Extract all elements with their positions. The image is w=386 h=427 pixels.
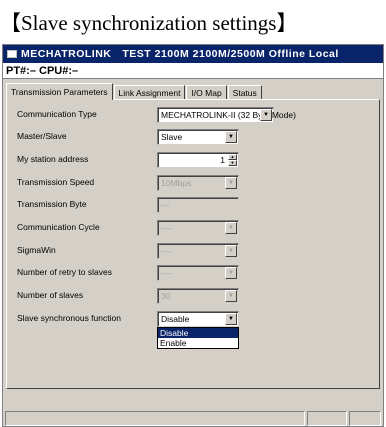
retry-select: ---- ▼	[157, 265, 239, 281]
spinner-buttons: ▲ ▼	[228, 154, 237, 166]
transmission-byte-label: Transmission Byte	[17, 199, 87, 209]
communication-type-select[interactable]: MECHATROLINK-II (32 Byte Mode) ▼	[157, 107, 296, 123]
option-enable[interactable]: Enable	[158, 338, 238, 348]
tab-status[interactable]: Status	[227, 85, 262, 100]
sigmawin-value: ----	[161, 246, 173, 256]
transmission-parameters-panel: Communication Type MECHATROLINK-II (32 B…	[6, 99, 380, 389]
transmission-speed-select: 10Mbps ▼	[157, 175, 239, 191]
slave-sync-select[interactable]: Disable ▼	[157, 311, 239, 327]
pt-cpu-label: PT#:– CPU#:–	[3, 63, 383, 79]
communication-cycle-row: Communication Cycle ---- ▼	[7, 220, 377, 238]
window-title: MECHATROLINK TEST 2100M 2100M/2500M Offl…	[21, 48, 339, 60]
chevron-down-icon: ▼	[225, 177, 237, 189]
tab-io-map[interactable]: I/O Map	[186, 85, 227, 100]
chevron-down-icon: ▼	[225, 245, 237, 257]
chevron-down-icon[interactable]: ▼	[260, 109, 272, 121]
tab-link-assignment[interactable]: Link Assignment	[113, 85, 186, 100]
window-app-icon	[7, 50, 17, 58]
slave-sync-value: Disable	[161, 314, 190, 324]
slaves-label: Number of slaves	[17, 290, 84, 300]
transmission-byte-value: ---	[161, 200, 170, 210]
slave-sync-dropdown-list: Disable Enable	[157, 327, 239, 349]
tab-transmission-parameters[interactable]: Transmission Parameters	[6, 83, 113, 100]
status-pane-3	[349, 411, 381, 426]
status-pane-main	[5, 411, 305, 426]
mechatrolink-window: MECHATROLINK TEST 2100M 2100M/2500M Offl…	[2, 44, 384, 427]
communication-cycle-select: ---- ▼	[157, 220, 239, 236]
slaves-select: 30 ▼	[157, 288, 239, 304]
communication-type-value: MECHATROLINK-II (32 Byte Mode)	[161, 110, 296, 120]
master-slave-label: Master/Slave	[17, 131, 67, 141]
sigmawin-row: SigmaWin ---- ▼	[7, 243, 377, 261]
station-address-value: 1	[220, 155, 225, 165]
station-address-row: My station address 1 ▲ ▼	[7, 152, 377, 170]
page-heading: 【Slave synchronization settings】	[0, 11, 298, 35]
master-slave-select[interactable]: Slave ▼	[157, 129, 239, 145]
slaves-value: 30	[161, 291, 171, 301]
status-pane-2	[307, 411, 347, 426]
chevron-down-icon: ▼	[225, 267, 237, 279]
transmission-speed-label: Transmission Speed	[17, 177, 95, 187]
transmission-speed-value: 10Mbps	[161, 178, 192, 188]
communication-cycle-label: Communication Cycle	[17, 222, 100, 232]
station-address-label: My station address	[17, 154, 89, 164]
chevron-down-icon[interactable]: ▼	[225, 313, 237, 325]
retry-row: Number of retry to slaves ---- ▼	[7, 265, 377, 283]
spin-down-icon[interactable]: ▼	[228, 160, 237, 166]
transmission-byte-row: Transmission Byte ---	[7, 197, 377, 215]
window-titlebar: MECHATROLINK TEST 2100M 2100M/2500M Offl…	[3, 45, 383, 63]
retry-value: ----	[161, 268, 173, 278]
status-bar	[3, 411, 383, 426]
communication-cycle-value: ----	[161, 223, 173, 233]
chevron-down-icon: ▼	[225, 222, 237, 234]
communication-type-label: Communication Type	[17, 109, 97, 119]
chevron-down-icon[interactable]: ▼	[225, 131, 237, 143]
slave-sync-label: Slave synchronous function	[17, 313, 121, 323]
chevron-down-icon: ▼	[225, 290, 237, 302]
communication-type-row: Communication Type MECHATROLINK-II (32 B…	[7, 107, 377, 125]
master-slave-row: Master/Slave Slave ▼	[7, 129, 377, 147]
transmission-byte-field: ---	[157, 197, 239, 213]
tab-strip: Transmission Parameters Link Assignment …	[6, 83, 263, 100]
station-address-spinner[interactable]: 1 ▲ ▼	[157, 152, 239, 168]
master-slave-value: Slave	[161, 132, 183, 142]
slaves-row: Number of slaves 30 ▼	[7, 288, 377, 306]
retry-label: Number of retry to slaves	[17, 267, 112, 277]
sigmawin-select: ---- ▼	[157, 243, 239, 259]
sigmawin-label: SigmaWin	[17, 245, 56, 255]
transmission-speed-row: Transmission Speed 10Mbps ▼	[7, 175, 377, 193]
option-disable[interactable]: Disable	[158, 328, 238, 338]
